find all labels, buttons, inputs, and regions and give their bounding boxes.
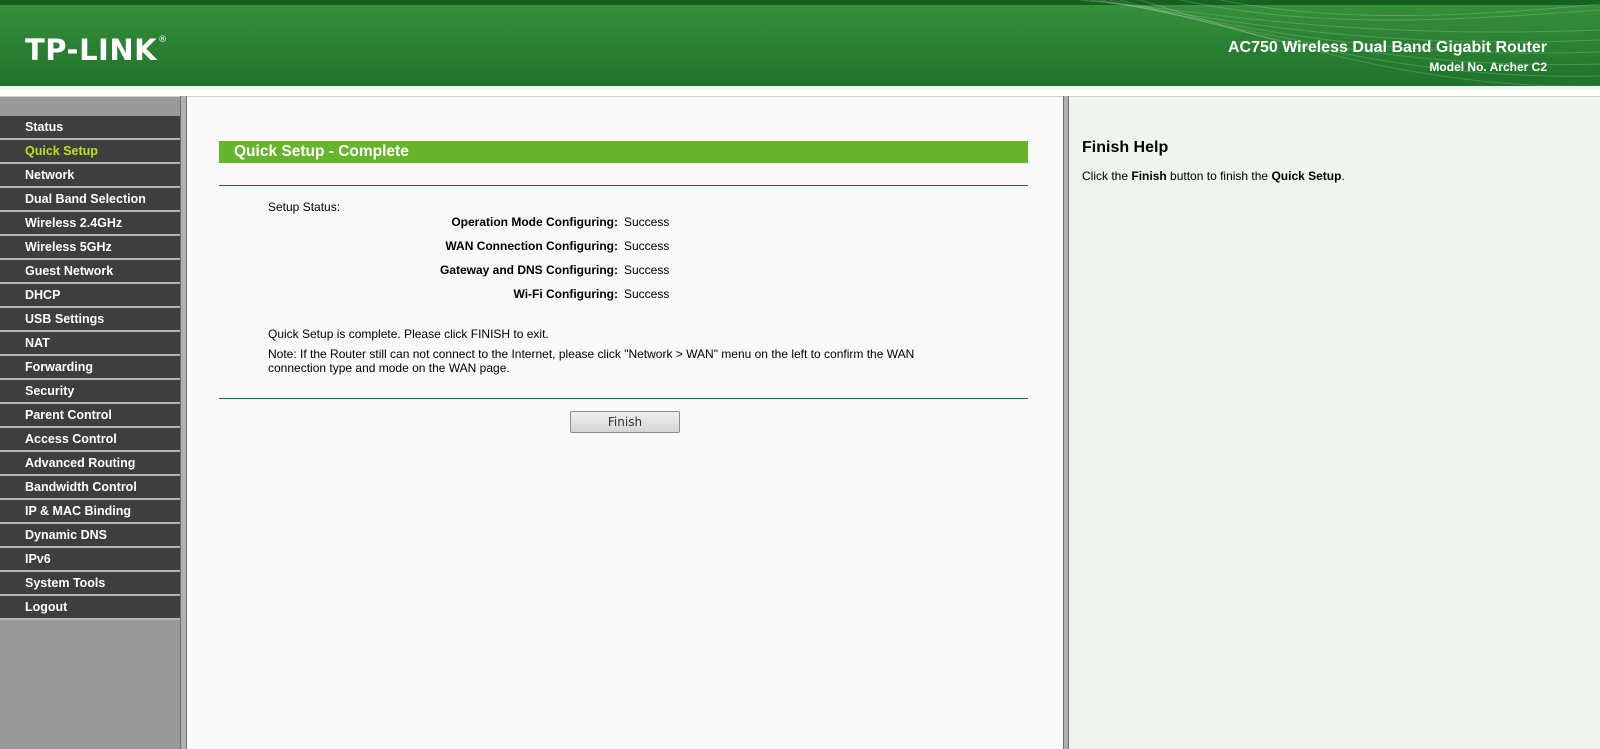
note-message: Note: If the Router still can not connec…	[268, 347, 915, 375]
status-value: Success	[624, 239, 670, 253]
sidebar-item-parent-control[interactable]: Parent Control	[0, 404, 180, 428]
status-value: Success	[624, 287, 670, 301]
divider-bottom	[219, 398, 1028, 399]
product-name: AC750 Wireless Dual Band Gigabit Router	[1227, 39, 1547, 56]
sidebar-menu: Status Quick Setup Network Dual Band Select…	[0, 116, 180, 620]
setup-status-label: Setup Status:	[268, 200, 341, 214]
help-title: Finish Help	[1082, 139, 1169, 156]
status-row-wifi: Wi-Fi Configuring: Success	[268, 287, 670, 305]
sidebar-item-dhcp[interactable]: DHCP	[0, 284, 180, 308]
sidebar-item-dual-band-selection[interactable]: Dual Band Selection	[0, 188, 180, 212]
tp-link-logo: TP-LINK®	[25, 33, 168, 67]
complete-message: Quick Setup is complete. Please click FI…	[268, 327, 549, 341]
sidebar-divider	[180, 96, 187, 749]
status-row-gateway-dns: Gateway and DNS Configuring: Success	[268, 263, 670, 281]
sidebar-item-network[interactable]: Network	[0, 164, 180, 188]
sidebar-item-wireless-5ghz[interactable]: Wireless 5GHz	[0, 236, 180, 260]
main-content: Quick Setup - Complete Setup Status: Ope…	[187, 96, 1063, 749]
sidebar-item-bandwidth-control[interactable]: Bandwidth Control	[0, 476, 180, 500]
status-label: Operation Mode Configuring:	[451, 215, 618, 229]
sidebar-item-advanced-routing[interactable]: Advanced Routing	[0, 452, 180, 476]
sidebar-item-security[interactable]: Security	[0, 380, 180, 404]
sidebar-item-ipv6[interactable]: IPv6	[0, 548, 180, 572]
sidebar-item-ip-mac-binding[interactable]: IP & MAC Binding	[0, 500, 180, 524]
status-value: Success	[624, 215, 670, 229]
divider-top	[219, 185, 1028, 186]
finish-button[interactable]: Finish	[570, 411, 680, 433]
status-label: Gateway and DNS Configuring:	[439, 263, 618, 277]
help-text: Click the Finish button to finish the Qu…	[1082, 169, 1345, 183]
sidebar: Status Quick Setup Network Dual Band Select…	[0, 96, 180, 749]
sidebar-item-forwarding[interactable]: Forwarding	[0, 356, 180, 380]
sidebar-item-access-control[interactable]: Access Control	[0, 428, 180, 452]
status-row-operation-mode: Operation Mode Configuring: Success	[268, 215, 670, 233]
sidebar-item-dynamic-dns[interactable]: Dynamic DNS	[0, 524, 180, 548]
model-number: Model No. Archer C2	[1429, 60, 1547, 74]
sidebar-item-status[interactable]: Status	[0, 116, 180, 140]
help-bold-finish: Finish	[1131, 169, 1167, 183]
sidebar-item-wireless-2-4ghz[interactable]: Wireless 2.4GHz	[0, 212, 180, 236]
sidebar-item-system-tools[interactable]: System Tools	[0, 572, 180, 596]
status-row-wan-connection: WAN Connection Configuring: Success	[268, 239, 670, 257]
header-bottom-line	[0, 86, 1600, 90]
sidebar-item-guest-network[interactable]: Guest Network	[0, 260, 180, 284]
sidebar-item-logout[interactable]: Logout	[0, 596, 180, 620]
sidebar-item-usb-settings[interactable]: USB Settings	[0, 308, 180, 332]
help-bold-quick-setup: Quick Setup	[1271, 169, 1342, 183]
help-panel: Finish Help Click the Finish button to f…	[1069, 96, 1600, 749]
page-title: Quick Setup - Complete	[219, 141, 1028, 163]
status-label: WAN Connection Configuring:	[445, 239, 618, 253]
status-label: Wi-Fi Configuring:	[513, 287, 618, 301]
status-value: Success	[624, 263, 670, 277]
header-banner: TP-LINK® AC750 Wireless Dual Band Gigabi…	[0, 0, 1600, 90]
sidebar-item-nat[interactable]: NAT	[0, 332, 180, 356]
sidebar-item-quick-setup[interactable]: Quick Setup	[0, 140, 180, 164]
